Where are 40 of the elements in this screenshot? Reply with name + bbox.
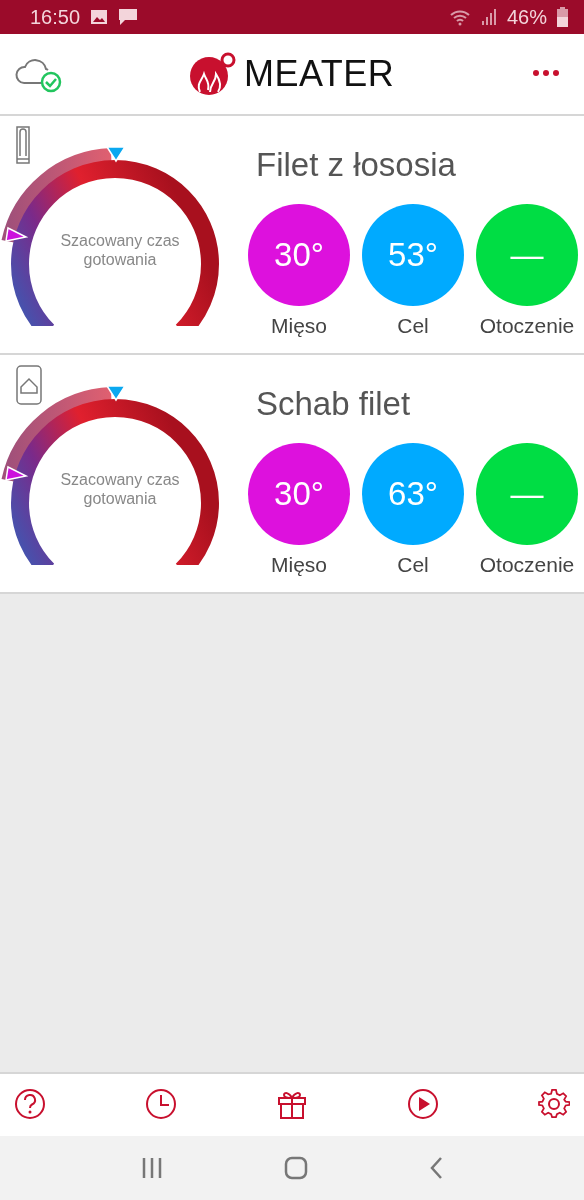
flame-logo-icon: [188, 52, 238, 96]
block-icon: [16, 365, 42, 405]
temperature-label: Otoczenie: [479, 314, 575, 338]
temperature-circle: —: [476, 204, 578, 306]
nav-history-button[interactable]: [145, 1088, 179, 1122]
temperature-circle: —: [476, 443, 578, 545]
play-icon: [407, 1088, 439, 1120]
temperature-label: Mięso: [271, 553, 327, 577]
probe-name: Filet z łososia: [256, 146, 457, 184]
temperature-label: Mięso: [271, 314, 327, 338]
probe-card[interactable]: Szacowany czas gotowania Filet z łososia 30° Mięso 53° Cel — Otoczenie: [0, 116, 584, 355]
nav-video-button[interactable]: [407, 1088, 441, 1122]
recent-apps-icon[interactable]: [140, 1157, 163, 1179]
nav-help-button[interactable]: [14, 1088, 48, 1122]
back-icon[interactable]: [429, 1156, 444, 1180]
wifi-icon: [448, 8, 471, 26]
gauge-label: Szacowany czas gotowania: [59, 231, 181, 269]
status-time: 16:50: [30, 5, 81, 29]
image-icon: [90, 9, 109, 25]
battery-icon: [557, 7, 568, 27]
more-menu-button[interactable]: [532, 69, 560, 79]
home-icon[interactable]: [284, 1156, 308, 1180]
signal-icon: [480, 8, 497, 26]
message-icon: [118, 8, 139, 26]
app-logo-text: MEATER: [244, 53, 395, 95]
settings-icon: [538, 1088, 570, 1120]
probe-name: Schab filet: [256, 385, 412, 423]
temperature-circle: 30°: [248, 443, 350, 545]
battery-percent: 46%: [506, 5, 547, 29]
gauge-label: Szacowany czas gotowania: [59, 470, 181, 508]
temperature-label: Cel: [397, 553, 429, 577]
probe-card[interactable]: Szacowany czas gotowania Schab filet 30° Mięso 63° Cel — Otoczenie: [0, 355, 584, 594]
temperature-circle: 30°: [248, 204, 350, 306]
probe-icon: [16, 126, 30, 164]
help-icon: [14, 1088, 46, 1120]
temperature-label: Otoczenie: [479, 553, 575, 577]
clock-icon: [145, 1088, 177, 1120]
temperature-circle: 53°: [362, 204, 464, 306]
temperature-circle: 63°: [362, 443, 464, 545]
temperature-label: Cel: [397, 314, 429, 338]
